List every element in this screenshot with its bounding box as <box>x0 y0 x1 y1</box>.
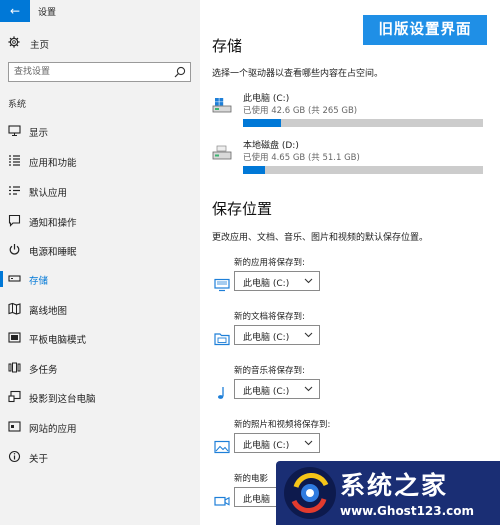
save-location-dropdown[interactable]: 此电脑 (C:) <box>234 433 320 453</box>
local-disk-icon <box>212 145 232 160</box>
save-location-photos: 新的照片和视频将保存到: 此电脑 (C:) <box>212 418 392 464</box>
home-link[interactable]: 主页 <box>0 33 200 53</box>
save-location-label: 新的音乐将保存到: <box>234 366 305 376</box>
sidebar-item-project[interactable]: 投影到这台电脑 <box>0 386 200 408</box>
dropdown-value: 此电脑 <box>243 495 271 505</box>
sidebar-item-offline-maps[interactable]: 离线地图 <box>0 298 200 320</box>
storage-description: 选择一个驱动器以查看哪些内容在占空间。 <box>212 69 384 79</box>
chevron-down-icon <box>304 278 313 284</box>
drive-usage-bar <box>243 166 483 174</box>
sidebar-item-tablet-mode[interactable]: 平板电脑模式 <box>0 327 200 349</box>
drive-usage-fill <box>243 119 282 127</box>
search-icon[interactable] <box>174 66 186 78</box>
drive-name: 本地磁盘 (D:) <box>243 141 299 151</box>
chevron-down-icon <box>304 386 313 392</box>
dropdown-value: 此电脑 (C:) <box>243 441 290 451</box>
sidebar-item-display[interactable]: 显示 <box>0 120 200 142</box>
project-icon <box>8 390 21 403</box>
drive-usage: 已使用 42.6 GB (共 265 GB) <box>243 106 358 116</box>
sidebar-item-label: 网站的应用 <box>29 424 77 435</box>
map-icon <box>8 302 21 315</box>
save-location-label: 新的电影 <box>234 474 269 484</box>
sidebar-item-label: 关于 <box>29 454 49 465</box>
windows-drive-icon <box>212 98 232 113</box>
dropdown-value: 此电脑 (C:) <box>243 387 290 397</box>
home-label: 主页 <box>30 40 50 51</box>
back-button[interactable]: ← <box>0 0 30 22</box>
sidebar-item-power[interactable]: 电源和睡眠 <box>0 239 200 261</box>
display-icon <box>8 125 21 136</box>
watermark-url: www.Ghost123.com <box>340 504 475 518</box>
search-input[interactable] <box>9 63 169 81</box>
sidebar-item-multitasking[interactable]: 多任务 <box>0 357 200 379</box>
sidebar-item-notifications[interactable]: 通知和操作 <box>0 210 200 232</box>
default-apps-icon <box>9 186 20 195</box>
save-location-label: 新的照片和视频将保存到: <box>234 420 331 430</box>
section-label: 系统 <box>8 100 27 110</box>
sidebar-item-label: 电源和睡眠 <box>29 247 77 258</box>
dropdown-value: 此电脑 (C:) <box>243 333 290 343</box>
sidebar-item-apps[interactable]: 应用和功能 <box>0 150 200 172</box>
sidebar-item-default-apps[interactable]: 默认应用 <box>0 180 200 202</box>
save-locations-description: 更改应用、文档、音乐、图片和视频的默认保存位置。 <box>212 233 429 243</box>
save-location-dropdown[interactable]: 此电脑 (C:) <box>234 379 320 399</box>
picture-icon <box>214 440 230 454</box>
sidebar-item-about[interactable]: 关于 <box>0 446 200 468</box>
tablet-icon <box>8 332 21 343</box>
web-apps-icon <box>8 421 21 432</box>
sidebar-item-label: 应用和功能 <box>29 158 77 169</box>
gear-icon <box>8 36 20 48</box>
active-indicator <box>0 271 3 287</box>
sidebar-item-label: 存储 <box>29 276 49 287</box>
save-location-dropdown[interactable]: 此电脑 (C:) <box>234 325 320 345</box>
save-location-apps: 新的应用将保存到: 此电脑 (C:) <box>212 256 392 302</box>
apps-list-icon <box>9 155 20 166</box>
save-location-label: 新的应用将保存到: <box>234 258 305 268</box>
site-watermark: 系统之家 www.Ghost123.com <box>276 461 500 525</box>
search-box[interactable] <box>8 62 191 82</box>
old-settings-banner: 旧版设置界面 <box>363 15 487 45</box>
sidebar: ← 设置 主页 系统 显示 <box>0 0 200 525</box>
drive-usage-fill <box>243 166 265 174</box>
watermark-title: 系统之家 <box>340 471 449 500</box>
sidebar-item-label: 多任务 <box>29 365 58 376</box>
save-location-music: 新的音乐将保存到: 此电脑 (C:) <box>212 364 392 410</box>
save-location-dropdown[interactable]: 此电脑 (C:) <box>234 271 320 291</box>
save-location-label: 新的文档将保存到: <box>234 312 305 322</box>
sidebar-item-label: 显示 <box>29 128 49 139</box>
sidebar-item-label: 默认应用 <box>29 188 68 199</box>
drive-item-d[interactable]: 本地磁盘 (D:) 已使用 4.65 GB (共 51.1 GB) <box>212 138 500 178</box>
sidebar-item-label: 离线地图 <box>29 306 68 317</box>
storage-icon <box>8 275 21 282</box>
sidebar-item-label: 投影到这台电脑 <box>29 394 96 405</box>
chevron-down-icon <box>304 440 313 446</box>
save-locations-title: 保存位置 <box>212 200 273 218</box>
title-bar: ← 设置 <box>0 0 200 22</box>
multitask-icon <box>8 362 21 373</box>
power-icon <box>9 244 20 255</box>
monitor-icon <box>214 278 230 292</box>
drive-usage: 已使用 4.65 GB (共 51.1 GB) <box>243 153 360 163</box>
music-note-icon <box>218 387 224 399</box>
chevron-down-icon <box>304 332 313 338</box>
notification-icon <box>8 214 21 227</box>
info-icon <box>8 450 21 463</box>
save-location-documents: 新的文档将保存到: 此电脑 (C:) <box>212 310 392 356</box>
sidebar-item-web-apps[interactable]: 网站的应用 <box>0 416 200 438</box>
page-title: 存储 <box>212 37 243 55</box>
window-title: 设置 <box>38 8 57 18</box>
drive-name: 此电脑 (C:) <box>243 94 290 104</box>
document-folder-icon <box>214 333 230 346</box>
video-camera-icon <box>214 496 230 506</box>
dropdown-value: 此电脑 (C:) <box>243 279 290 289</box>
sidebar-item-storage[interactable]: 存储 <box>0 268 200 290</box>
drive-item-c[interactable]: 此电脑 (C:) 已使用 42.6 GB (共 265 GB) <box>212 91 500 131</box>
sidebar-item-label: 通知和操作 <box>29 218 77 229</box>
watermark-logo-icon <box>284 467 336 519</box>
sidebar-item-label: 平板电脑模式 <box>29 335 87 346</box>
drive-usage-bar <box>243 119 483 127</box>
